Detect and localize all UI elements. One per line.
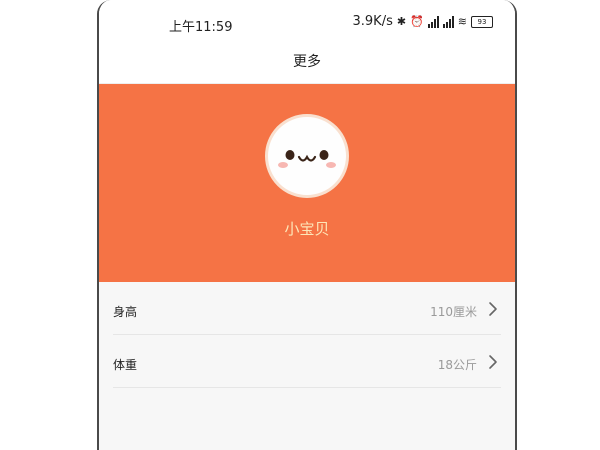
alarm-icon: ⏰ [410, 14, 424, 28]
status-indicators: 3.9K/s ✱ ⏰ ≋ 93 [352, 14, 493, 29]
page-title: 更多 [293, 54, 321, 70]
smiley-face-icon [278, 150, 336, 168]
phone-frame: 上午11:59 3.9K/s ✱ ⏰ ≋ 93 更多 小宝贝 身高 110厘米 … [97, 0, 517, 450]
weight-label: 体重 [113, 358, 138, 372]
settings-list: 身高 110厘米 体重 18公斤 [99, 282, 515, 388]
chevron-right-icon [489, 302, 497, 316]
status-time: 上午11:59 [169, 20, 233, 35]
height-row[interactable]: 身高 110厘米 [113, 282, 501, 335]
avatar[interactable] [265, 114, 349, 198]
profile-header: 小宝贝 [99, 84, 515, 282]
profile-name[interactable]: 小宝贝 [99, 218, 515, 239]
bluetooth-icon: ✱ [396, 14, 407, 28]
signal-icon [442, 15, 454, 28]
height-value: 110厘米 [430, 305, 477, 319]
weight-value: 18公斤 [437, 358, 477, 372]
screen: 上午11:59 3.9K/s ✱ ⏰ ≋ 93 更多 小宝贝 身高 110厘米 … [0, 0, 600, 450]
nav-bar: 更多 [99, 44, 515, 84]
wifi-icon: ≋ [457, 14, 467, 28]
height-label: 身高 [113, 305, 138, 319]
chevron-right-icon [489, 355, 497, 369]
battery-icon: 93 [471, 15, 493, 28]
signal-icon [427, 15, 439, 28]
status-bar: 上午11:59 3.9K/s ✱ ⏰ ≋ 93 [99, 0, 515, 44]
network-speed: 3.9K/s [352, 14, 393, 29]
weight-row[interactable]: 体重 18公斤 [113, 335, 501, 388]
